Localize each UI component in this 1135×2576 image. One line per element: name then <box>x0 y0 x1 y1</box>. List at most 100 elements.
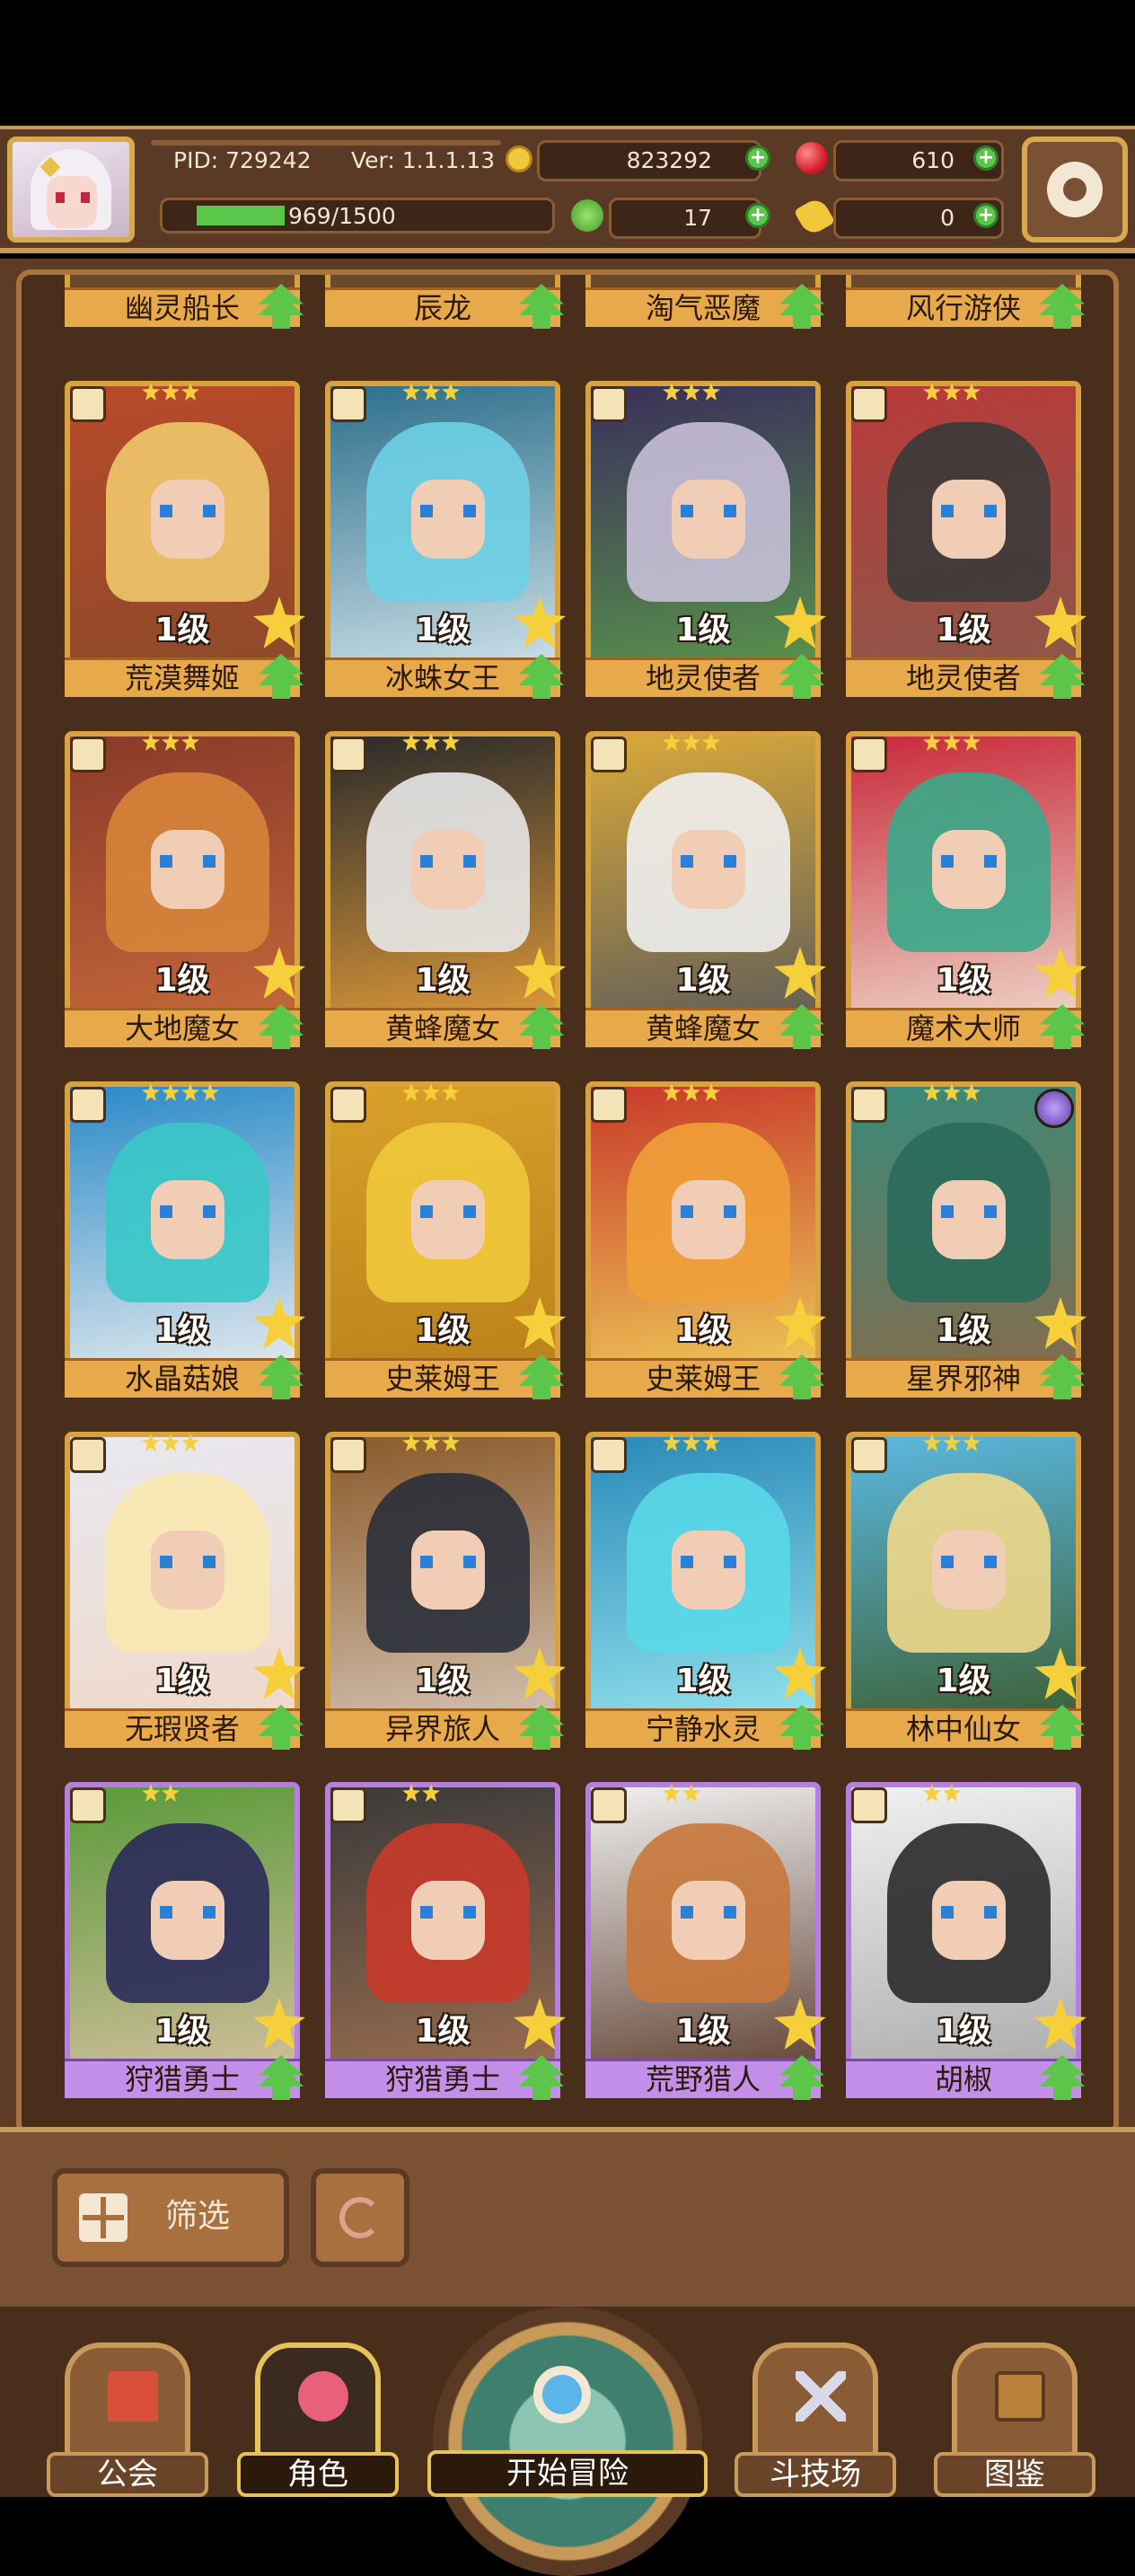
nav-codex[interactable]: 图鉴 <box>934 2342 1095 2497</box>
hero-face <box>151 1180 224 1259</box>
hero-card-partial[interactable]: 淘气恶魔 <box>585 275 824 329</box>
hero-card[interactable]: 1级 史莱姆王 <box>325 1081 566 1399</box>
gold-amount: 823292 <box>626 147 712 173</box>
hero-card[interactable]: 1级 狩猎勇士 <box>325 1782 566 2100</box>
hero-card[interactable]: 1级 荒野猎人 <box>585 1782 826 2100</box>
hero-eyes <box>941 1556 997 1568</box>
hero-card[interactable]: 1级 狩猎勇士 <box>65 1782 305 2100</box>
nav-guild[interactable]: 公会 <box>47 2342 208 2497</box>
version-text: Ver: 1.1.1.13 <box>351 147 496 173</box>
hero-card[interactable]: 1级 冰蛛女王 <box>325 381 566 699</box>
class-icon <box>70 737 106 772</box>
star-icon <box>442 1083 460 1101</box>
filter-button[interactable]: 筛选 <box>52 2168 289 2267</box>
rarity-stars <box>663 1784 700 1804</box>
hero-level: 1级 <box>154 2013 210 2050</box>
hero-face <box>151 480 224 559</box>
hero-card[interactable]: 1级 黄蜂魔女 <box>585 731 826 1049</box>
rarity-stars <box>402 1434 460 1453</box>
class-icon <box>330 1437 366 1473</box>
guild-tile <box>65 2342 190 2459</box>
star-icon <box>923 383 941 401</box>
nav-adventure[interactable]: 开始冒险 <box>427 2307 708 2576</box>
hero-name: 无瑕贤者 <box>65 1708 300 1748</box>
player-avatar[interactable] <box>7 137 135 243</box>
rarity-stars <box>142 1784 180 1804</box>
gear-icon <box>1047 162 1103 217</box>
add-keys-button[interactable]: + <box>973 203 999 228</box>
star-icon <box>663 1083 681 1101</box>
hero-card[interactable]: 1级 星界邪神 <box>846 1081 1087 1399</box>
nav-arena-label: 斗技场 <box>735 2452 896 2497</box>
hero-eyes <box>420 505 476 517</box>
hero-card-partial[interactable]: 风行游侠 <box>846 275 1085 329</box>
star-icon <box>682 1784 700 1802</box>
star-icon <box>682 383 700 401</box>
rarity-stars <box>142 1434 199 1453</box>
hero-card[interactable]: 1级 林中仙女 <box>846 1432 1087 1750</box>
hero-card[interactable]: 1级 黄蜂魔女 <box>325 731 566 1049</box>
hero-grid[interactable]: 幽灵船长 辰龙 淘气恶魔 风行游侠 1级 荒漠舞姬 1级 冰蛛女王 1级 地灵使者 1级 地灵使者 1级… <box>16 269 1119 2138</box>
hero-card-partial[interactable]: 辰龙 <box>325 275 564 329</box>
nav-characters[interactable]: 角色 <box>237 2342 399 2497</box>
star-icon <box>923 1784 941 1802</box>
star-icon <box>943 1434 961 1451</box>
class-icon <box>70 1087 106 1123</box>
hero-name: 荒野猎人 <box>585 2059 821 2098</box>
star-icon <box>663 733 681 751</box>
class-icon <box>591 1087 627 1123</box>
refresh-button[interactable] <box>311 2168 409 2267</box>
hero-level: 1级 <box>415 2013 471 2050</box>
star-icon <box>181 1434 199 1451</box>
gold-coin-icon <box>506 146 532 172</box>
star-icon <box>923 1083 941 1101</box>
xp-bar-fill <box>197 206 285 225</box>
hero-card[interactable]: 1级 水晶菇娘 <box>65 1081 305 1399</box>
class-icon <box>330 1087 366 1123</box>
star-icon <box>702 1083 720 1101</box>
hero-card[interactable]: 1级 异界旅人 <box>325 1432 566 1750</box>
rarity-stars <box>402 383 460 402</box>
hero-card[interactable]: 1级 魔术大师 <box>846 731 1087 1049</box>
hero-level: 1级 <box>936 1312 991 1349</box>
hero-eyes <box>160 1556 216 1568</box>
class-icon <box>330 386 366 422</box>
hero-level: 1级 <box>154 1312 210 1349</box>
bottom-nav: 公会 角色 开始冒险 斗技场 图鉴 <box>0 2307 1135 2576</box>
hero-card[interactable]: 1级 史莱姆王 <box>585 1081 826 1399</box>
rarity-stars <box>142 383 199 402</box>
hero-level: 1级 <box>936 1663 991 1699</box>
nav-arena[interactable]: 斗技场 <box>735 2342 896 2497</box>
hero-name: 幽灵船长 <box>65 287 300 327</box>
add-gold-button[interactable]: + <box>745 146 770 171</box>
hero-level: 1级 <box>415 1663 471 1699</box>
hero-card[interactable]: 1级 地灵使者 <box>585 381 826 699</box>
pid-text: PID: 729242 <box>173 147 312 173</box>
add-gems-button[interactable]: + <box>973 146 999 171</box>
hero-card[interactable]: 1级 大地魔女 <box>65 731 305 1049</box>
filter-label: 筛选 <box>165 2198 231 2235</box>
hero-eyes <box>160 1205 216 1218</box>
adventure-dome <box>433 2307 702 2576</box>
hero-face <box>411 1180 485 1259</box>
hero-eyes <box>941 505 997 517</box>
hero-card[interactable]: 1级 宁静水灵 <box>585 1432 826 1750</box>
guild-building-icon <box>108 2371 158 2422</box>
gem-icon <box>796 142 828 174</box>
settings-button[interactable] <box>1022 137 1128 243</box>
pid-version-pill: PID: 729242 Ver: 1.1.1.13 <box>151 140 501 173</box>
star-icon <box>402 733 420 751</box>
hero-card[interactable]: 1级 荒漠舞姬 <box>65 381 305 699</box>
hero-card[interactable]: 1级 胡椒 <box>846 1782 1087 2100</box>
star-icon <box>442 733 460 751</box>
rarity-stars <box>663 383 720 402</box>
class-icon <box>70 1787 106 1823</box>
hero-card[interactable]: 1级 无瑕贤者 <box>65 1432 305 1750</box>
hero-card-partial[interactable]: 幽灵船长 <box>65 275 304 329</box>
hero-name: 风行游侠 <box>846 287 1081 327</box>
hero-card[interactable]: 1级 地灵使者 <box>846 381 1087 699</box>
top-hud: PID: 729242 Ver: 1.1.1.13 823292 + 610 +… <box>0 126 1135 253</box>
hero-eyes <box>160 855 216 868</box>
hero-name: 魔术大师 <box>846 1008 1081 1047</box>
add-clovers-button[interactable]: + <box>745 203 770 228</box>
